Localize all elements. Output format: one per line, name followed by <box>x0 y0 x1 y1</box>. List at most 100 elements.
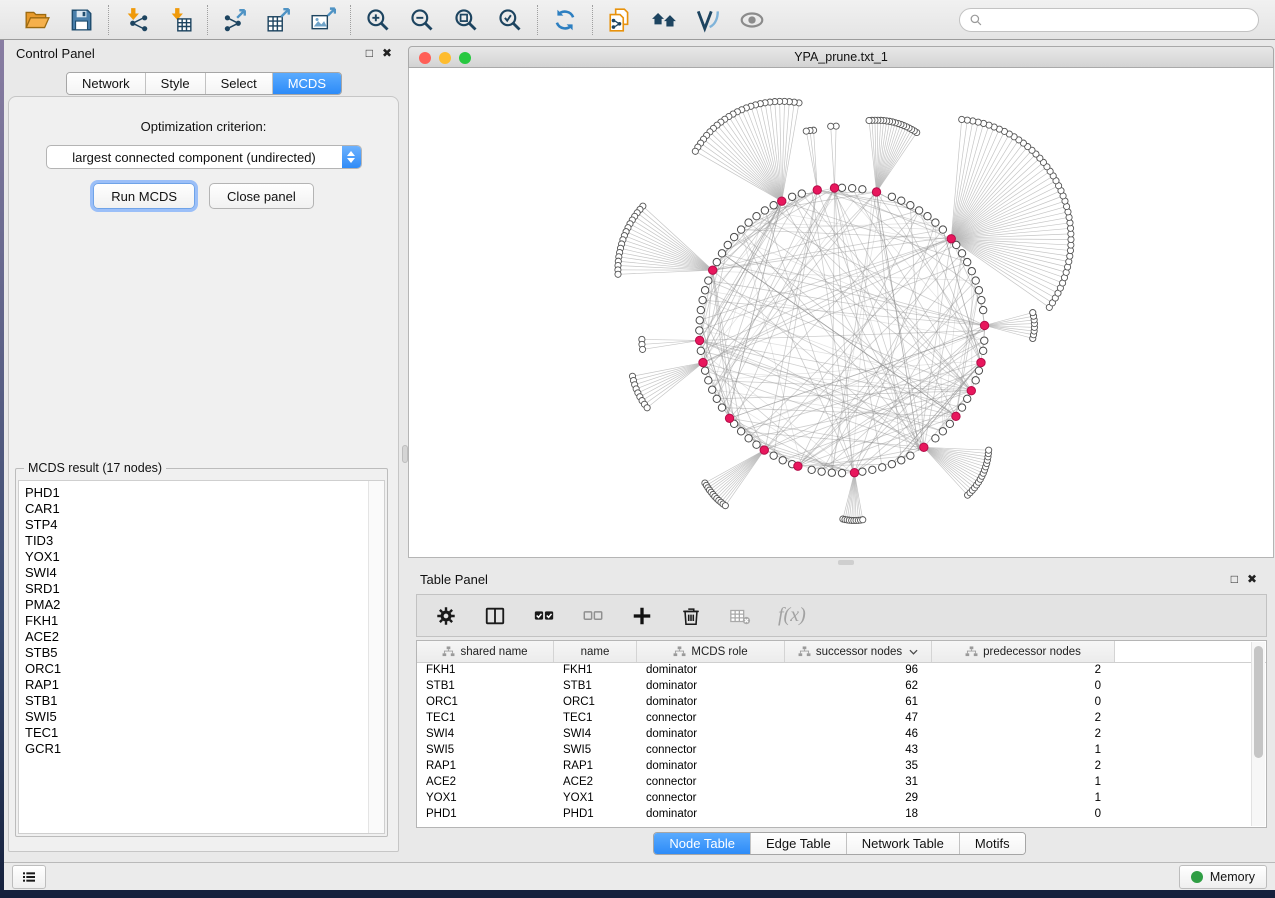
zoom-selected-icon[interactable] <box>497 7 523 33</box>
network-node[interactable] <box>975 367 982 374</box>
mcds-result-item[interactable]: SWI4 <box>25 565 384 581</box>
horizontal-splitter[interactable] <box>408 558 1274 566</box>
network-node[interactable] <box>958 250 965 257</box>
column-header-shared_name[interactable]: shared name <box>417 641 554 662</box>
mcds-result-item[interactable]: TEC1 <box>25 725 384 741</box>
import-table-icon[interactable] <box>167 7 193 33</box>
network-node[interactable] <box>978 296 985 303</box>
float-panel-icon[interactable]: □ <box>366 47 373 59</box>
deselect-all-icon[interactable] <box>582 605 604 627</box>
network-node[interactable] <box>859 186 866 193</box>
network-node[interactable] <box>808 466 815 473</box>
tab-mcds[interactable]: MCDS <box>272 73 341 94</box>
mcds-node[interactable] <box>872 188 880 196</box>
mcds-result-item[interactable]: CAR1 <box>25 501 384 517</box>
network-node[interactable] <box>939 428 946 435</box>
network-node[interactable] <box>972 277 979 284</box>
network-node[interactable] <box>644 405 650 411</box>
mcds-node[interactable] <box>830 184 838 192</box>
network-node[interactable] <box>828 123 834 129</box>
network-node[interactable] <box>964 258 971 265</box>
mcds-node[interactable] <box>709 266 717 274</box>
add-column-icon[interactable] <box>631 605 653 627</box>
network-node[interactable] <box>692 148 698 154</box>
network-node[interactable] <box>818 468 825 475</box>
network-node[interactable] <box>972 377 979 384</box>
column-header-name[interactable]: name <box>554 641 637 662</box>
table-row-TEC1[interactable]: TEC1TEC1connector472 <box>417 710 1252 726</box>
network-node[interactable] <box>838 469 845 476</box>
mcds-node[interactable] <box>794 462 802 470</box>
mcds-result-item[interactable]: TID3 <box>25 533 384 549</box>
network-node[interactable] <box>898 457 905 464</box>
run-mcds-button[interactable]: Run MCDS <box>93 183 195 209</box>
network-node[interactable] <box>838 184 845 191</box>
close-window-icon[interactable] <box>419 52 431 64</box>
close-panel-button[interactable]: Close panel <box>209 183 314 209</box>
network-node[interactable] <box>701 287 708 294</box>
network-node[interactable] <box>975 287 982 294</box>
network-node[interactable] <box>730 233 737 240</box>
zoom-in-icon[interactable] <box>365 7 391 33</box>
graphics-details-icon[interactable] <box>695 7 721 33</box>
network-node[interactable] <box>798 190 805 197</box>
table-row-SWI5[interactable]: SWI5SWI5connector431 <box>417 742 1252 758</box>
network-node[interactable] <box>979 347 986 354</box>
network-node[interactable] <box>958 404 965 411</box>
network-node[interactable] <box>924 213 931 220</box>
close-panel-icon[interactable]: ✖ <box>382 47 392 59</box>
share-document-icon[interactable] <box>607 7 633 33</box>
mcds-node[interactable] <box>695 336 703 344</box>
network-node[interactable] <box>915 207 922 214</box>
table-row-YOX1[interactable]: YOX1YOX1connector291 <box>417 790 1252 806</box>
search-input[interactable] <box>988 12 1249 28</box>
split-panel-icon[interactable] <box>484 605 506 627</box>
settings-icon[interactable] <box>435 605 457 627</box>
mcds-node[interactable] <box>699 358 707 366</box>
delete-column-icon[interactable] <box>680 605 702 627</box>
network-node[interactable] <box>898 197 905 204</box>
mcds-node[interactable] <box>967 387 975 395</box>
mcds-node[interactable] <box>920 443 928 451</box>
mcds-node[interactable] <box>850 468 858 476</box>
mcds-result-item[interactable]: PHD1 <box>25 485 384 501</box>
network-node[interactable] <box>745 435 752 442</box>
network-node[interactable] <box>866 117 872 123</box>
network-node[interactable] <box>848 184 855 191</box>
network-node[interactable] <box>713 258 720 265</box>
zoom-fit-icon[interactable] <box>453 7 479 33</box>
tab-node-table[interactable]: Node Table <box>654 833 750 854</box>
mcds-result-item[interactable]: YOX1 <box>25 549 384 565</box>
network-node[interactable] <box>753 213 760 220</box>
network-node[interactable] <box>737 428 744 435</box>
optimization-criterion-select[interactable]: largest connected component (undirected) <box>46 145 362 169</box>
network-node[interactable] <box>828 469 835 476</box>
mcds-node[interactable] <box>813 186 821 194</box>
network-node[interactable] <box>939 226 946 233</box>
scrollbar-thumb[interactable] <box>1254 646 1263 758</box>
network-node[interactable] <box>888 460 895 467</box>
network-node[interactable] <box>737 226 744 233</box>
export-network-icon[interactable] <box>222 7 248 33</box>
table-row-PHD1[interactable]: PHD1PHD1dominator180 <box>417 806 1252 822</box>
open-file-icon[interactable] <box>24 7 50 33</box>
network-node[interactable] <box>699 296 706 303</box>
network-node[interactable] <box>968 268 975 275</box>
mcds-result-item[interactable]: GCR1 <box>25 741 384 757</box>
import-network-icon[interactable] <box>123 7 149 33</box>
network-node[interactable] <box>986 447 992 453</box>
table-scrollbar[interactable] <box>1251 642 1265 826</box>
network-node[interactable] <box>718 250 725 257</box>
network-node[interactable] <box>907 452 914 459</box>
export-table-icon[interactable] <box>266 7 292 33</box>
network-node[interactable] <box>745 219 752 226</box>
maximize-window-icon[interactable] <box>459 52 471 64</box>
network-node[interactable] <box>946 420 953 427</box>
zoom-out-icon[interactable] <box>409 7 435 33</box>
mcds-node[interactable] <box>778 197 786 205</box>
table-row-SWI4[interactable]: SWI4SWI4dominator462 <box>417 726 1252 742</box>
table-row-FKH1[interactable]: FKH1FKH1dominator962 <box>417 662 1252 678</box>
network-node[interactable] <box>696 327 703 334</box>
column-header-predecessor_nodes[interactable]: predecessor nodes <box>932 641 1115 662</box>
mcds-node[interactable] <box>977 358 985 366</box>
